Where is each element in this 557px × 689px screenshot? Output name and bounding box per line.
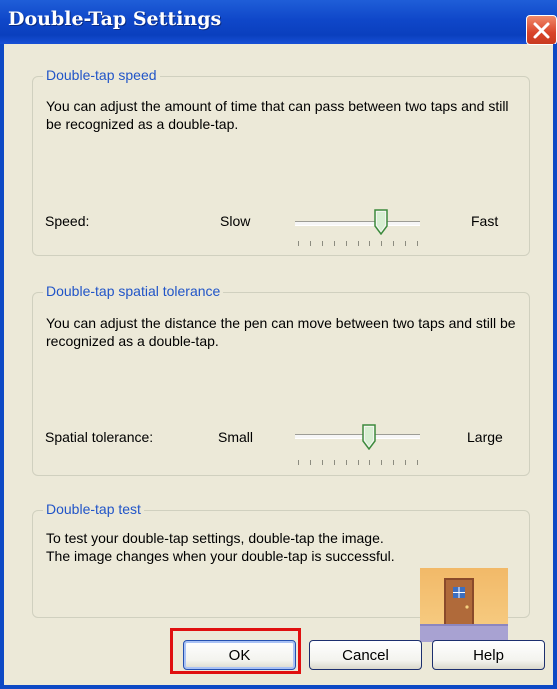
tolerance-group: Double-tap spatial tolerance You can adj… bbox=[32, 283, 530, 476]
window-frame-bottom bbox=[0, 685, 557, 689]
ok-button[interactable]: OK bbox=[183, 640, 296, 670]
slider-tick bbox=[357, 460, 359, 465]
slider-tick bbox=[321, 241, 323, 246]
slider-tick bbox=[381, 241, 383, 246]
double-tap-settings-dialog: Double-Tap Settings Double-tap speed You… bbox=[0, 0, 557, 689]
slider-tick bbox=[369, 460, 371, 465]
test-group-legend: Double-tap test bbox=[43, 501, 144, 517]
window-title: Double-Tap Settings bbox=[8, 8, 222, 30]
window-frame-left bbox=[0, 44, 4, 689]
close-button[interactable] bbox=[526, 15, 557, 45]
test-description: To test your double-tap settings, double… bbox=[46, 530, 395, 564]
cancel-button[interactable]: Cancel bbox=[309, 640, 422, 670]
slider-tick bbox=[417, 241, 418, 246]
speed-slider-thumb[interactable] bbox=[374, 209, 389, 235]
tolerance-slider-ticks bbox=[298, 460, 418, 466]
speed-description: You can adjust the amount of time that c… bbox=[46, 98, 509, 132]
help-button[interactable]: Help bbox=[432, 640, 545, 670]
slider-tick bbox=[333, 460, 335, 465]
tolerance-min-label: Small bbox=[218, 429, 254, 445]
slider-tick bbox=[321, 460, 323, 465]
close-icon bbox=[533, 22, 550, 39]
door-icon[interactable] bbox=[420, 568, 508, 642]
speed-group-legend: Double-tap speed bbox=[43, 67, 160, 83]
speed-slider-ticks bbox=[298, 241, 418, 247]
slider-tick bbox=[309, 460, 311, 465]
speed-slider-track[interactable] bbox=[295, 221, 420, 226]
tolerance-label: Spatial tolerance: bbox=[45, 429, 154, 445]
tolerance-group-legend: Double-tap spatial tolerance bbox=[43, 283, 224, 299]
window-frame-right bbox=[553, 44, 557, 689]
slider-tick bbox=[381, 460, 383, 465]
slider-tick bbox=[405, 460, 407, 465]
tolerance-slider-track[interactable] bbox=[295, 434, 420, 439]
slider-tick bbox=[393, 460, 395, 465]
slider-tick bbox=[298, 460, 299, 465]
slider-tick bbox=[369, 241, 371, 246]
speed-label: Speed: bbox=[45, 213, 90, 229]
slider-tick bbox=[333, 241, 335, 246]
tolerance-slider-thumb[interactable] bbox=[362, 424, 377, 450]
slider-tick bbox=[405, 241, 407, 246]
slider-tick bbox=[417, 460, 418, 465]
tolerance-max-label: Large bbox=[467, 429, 503, 445]
slider-tick bbox=[309, 241, 311, 246]
speed-group: Double-tap speed You can adjust the amou… bbox=[32, 67, 530, 256]
tolerance-description: You can adjust the distance the pen can … bbox=[46, 315, 516, 349]
slider-tick bbox=[345, 460, 347, 465]
speed-max-label: Fast bbox=[471, 213, 499, 229]
speed-min-label: Slow bbox=[220, 213, 251, 229]
slider-tick bbox=[357, 241, 359, 246]
slider-tick bbox=[345, 241, 347, 246]
slider-tick bbox=[393, 241, 395, 246]
slider-tick bbox=[298, 241, 299, 246]
title-bar[interactable]: Double-Tap Settings bbox=[0, 0, 557, 45]
